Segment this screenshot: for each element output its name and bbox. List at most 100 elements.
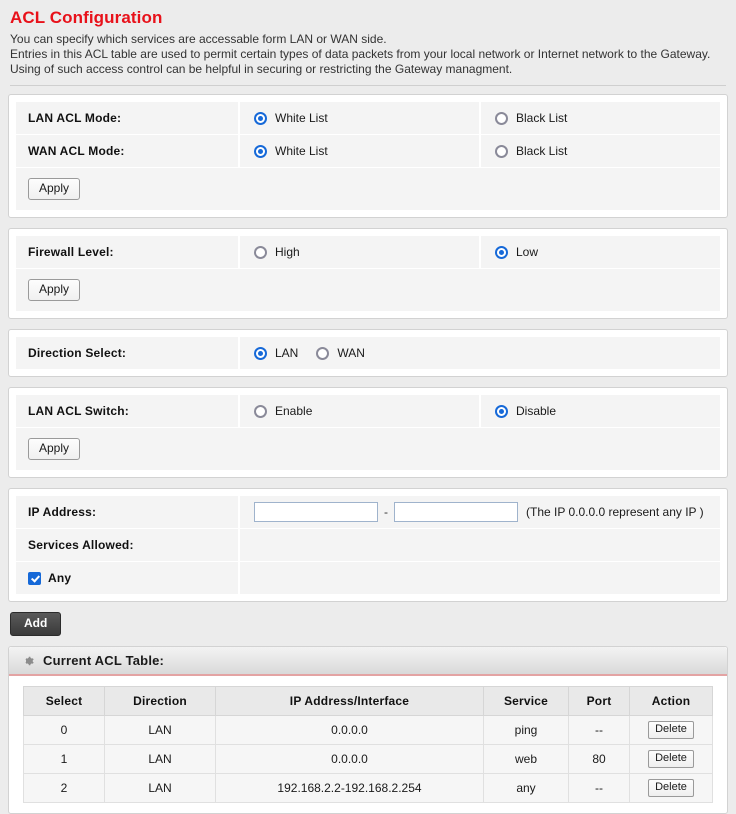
radio-lan-switch-disable-label: Disable <box>516 404 557 418</box>
cell-direction: LAN <box>104 773 216 803</box>
table-row: 2 LAN 192.168.2.2-192.168.2.254 any -- D… <box>23 773 713 803</box>
lan-acl-mode-row: LAN ACL Mode: White List Black List <box>16 102 720 135</box>
radio-firewall-low[interactable]: Low <box>495 245 538 259</box>
description-line-3: Using of such access control can be help… <box>10 62 513 76</box>
description-line-1: You can specify which services are acces… <box>10 32 387 46</box>
acl-table: Select Direction IP Address/Interface Se… <box>23 686 713 803</box>
radio-firewall-low-icon <box>495 245 508 259</box>
cell-port: -- <box>568 715 630 745</box>
services-any-row: Any <box>16 562 720 594</box>
current-acl-table-header: Current ACL Table: <box>9 647 727 676</box>
wan-acl-mode-label: WAN ACL Mode: <box>16 135 240 167</box>
radio-lan-black-list-icon <box>495 111 508 125</box>
services-any-empty-cell <box>240 562 720 594</box>
add-button[interactable]: Add <box>10 612 62 636</box>
cell-action: Delete <box>629 744 713 774</box>
radio-lan-switch-enable-icon <box>254 404 267 418</box>
cell-direction: LAN <box>104 744 216 774</box>
column-header-direction: Direction <box>104 686 216 716</box>
current-acl-table-panel: Current ACL Table: Select Direction IP A… <box>8 646 728 814</box>
direction-select-label: Direction Select: <box>16 337 240 369</box>
cell-direction: LAN <box>104 715 216 745</box>
column-header-action: Action <box>629 686 713 716</box>
direction-select-row: Direction Select: LAN WAN <box>16 337 720 369</box>
delete-button[interactable]: Delete <box>648 779 694 797</box>
lan-acl-mode-white-cell: White List <box>240 102 481 134</box>
ip-address-hint: (The IP 0.0.0.0 represent any IP ) <box>526 505 704 519</box>
ip-address-label: IP Address: <box>16 496 240 528</box>
cell-select: 1 <box>23 744 105 774</box>
page-header: ACL Configuration You can specify which … <box>8 8 728 86</box>
radio-wan-black-list-icon <box>495 144 508 158</box>
firewall-level-row: Firewall Level: High Low <box>16 236 720 269</box>
lan-acl-switch-label: LAN ACL Switch: <box>16 395 240 427</box>
lan-acl-switch-row: LAN ACL Switch: Enable Disable <box>16 395 720 428</box>
firewall-apply-row: Apply <box>16 269 720 311</box>
lan-acl-switch-apply-button[interactable]: Apply <box>28 438 81 460</box>
description-line-2: Entries in this ACL table are used to pe… <box>10 47 711 61</box>
cell-select: 2 <box>23 773 105 803</box>
services-allowed-empty-cell <box>240 529 720 561</box>
column-header-service: Service <box>483 686 569 716</box>
radio-lan-white-list-icon <box>254 111 267 125</box>
ip-address-panel: IP Address: - (The IP 0.0.0.0 represent … <box>8 488 728 602</box>
radio-lan-black-list[interactable]: Black List <box>495 111 567 125</box>
cell-action: Delete <box>629 773 713 803</box>
services-allowed-label: Services Allowed: <box>16 529 240 561</box>
radio-wan-black-list[interactable]: Black List <box>495 144 567 158</box>
radio-lan-black-list-label: Black List <box>516 111 568 125</box>
column-header-ip-address-interface: IP Address/Interface <box>215 686 484 716</box>
acl-mode-apply-row: Apply <box>16 168 720 210</box>
ip-address-end-input[interactable] <box>394 502 518 522</box>
cell-ip: 192.168.2.2-192.168.2.254 <box>215 773 484 803</box>
cell-port: 80 <box>568 744 630 774</box>
radio-lan-white-list-label: White List <box>275 111 328 125</box>
radio-direction-lan-icon <box>254 346 267 360</box>
radio-direction-lan-label: LAN <box>275 346 299 360</box>
checkbox-any[interactable]: Any <box>28 571 71 585</box>
ip-address-start-input[interactable] <box>254 502 378 522</box>
firewall-level-panel: Firewall Level: High Low Apply <box>8 228 728 319</box>
lan-acl-mode-label: LAN ACL Mode: <box>16 102 240 134</box>
acl-mode-apply-button[interactable]: Apply <box>28 178 81 200</box>
cell-service: web <box>483 744 569 774</box>
column-header-select: Select <box>23 686 105 716</box>
radio-direction-wan-label: WAN <box>337 346 365 360</box>
radio-firewall-high[interactable]: High <box>254 245 300 259</box>
ip-range-separator: - <box>384 505 388 519</box>
wan-acl-mode-row: WAN ACL Mode: White List Black List <box>16 135 720 168</box>
table-row: 1 LAN 0.0.0.0 web 80 Delete <box>23 744 713 774</box>
radio-wan-white-list[interactable]: White List <box>254 144 328 158</box>
page-description: You can specify which services are acces… <box>10 32 728 77</box>
radio-lan-white-list[interactable]: White List <box>254 111 328 125</box>
checkbox-any-icon <box>28 571 41 585</box>
current-acl-table-title: Current ACL Table: <box>43 653 165 668</box>
acl-mode-panel: LAN ACL Mode: White List Black List WAN … <box>8 94 728 218</box>
header-divider <box>10 85 726 86</box>
delete-button[interactable]: Delete <box>648 721 694 739</box>
radio-lan-switch-disable[interactable]: Disable <box>495 404 556 418</box>
gear-icon <box>25 656 34 665</box>
cell-select: 0 <box>23 715 105 745</box>
radio-direction-lan[interactable]: LAN <box>254 346 298 360</box>
radio-firewall-high-icon <box>254 245 267 259</box>
services-any-cell: Any <box>16 562 240 594</box>
delete-button[interactable]: Delete <box>648 750 694 768</box>
radio-direction-wan[interactable]: WAN <box>316 346 365 360</box>
firewall-low-cell: Low <box>481 236 720 268</box>
radio-wan-black-list-label: Black List <box>516 144 568 158</box>
firewall-high-cell: High <box>240 236 481 268</box>
cell-service: any <box>483 773 569 803</box>
lan-acl-switch-enable-cell: Enable <box>240 395 481 427</box>
ip-address-inputs-cell: - (The IP 0.0.0.0 represent any IP ) <box>240 496 720 528</box>
services-allowed-row: Services Allowed: <box>16 529 720 562</box>
radio-firewall-low-label: Low <box>516 245 539 259</box>
radio-wan-white-list-label: White List <box>275 144 328 158</box>
radio-lan-switch-enable[interactable]: Enable <box>254 404 312 418</box>
table-row: 0 LAN 0.0.0.0 ping -- Delete <box>23 715 713 745</box>
radio-lan-switch-enable-label: Enable <box>275 404 313 418</box>
cell-port: -- <box>568 773 630 803</box>
firewall-apply-button[interactable]: Apply <box>28 279 81 301</box>
direction-select-panel: Direction Select: LAN WAN <box>8 329 728 377</box>
radio-firewall-high-label: High <box>275 245 300 259</box>
